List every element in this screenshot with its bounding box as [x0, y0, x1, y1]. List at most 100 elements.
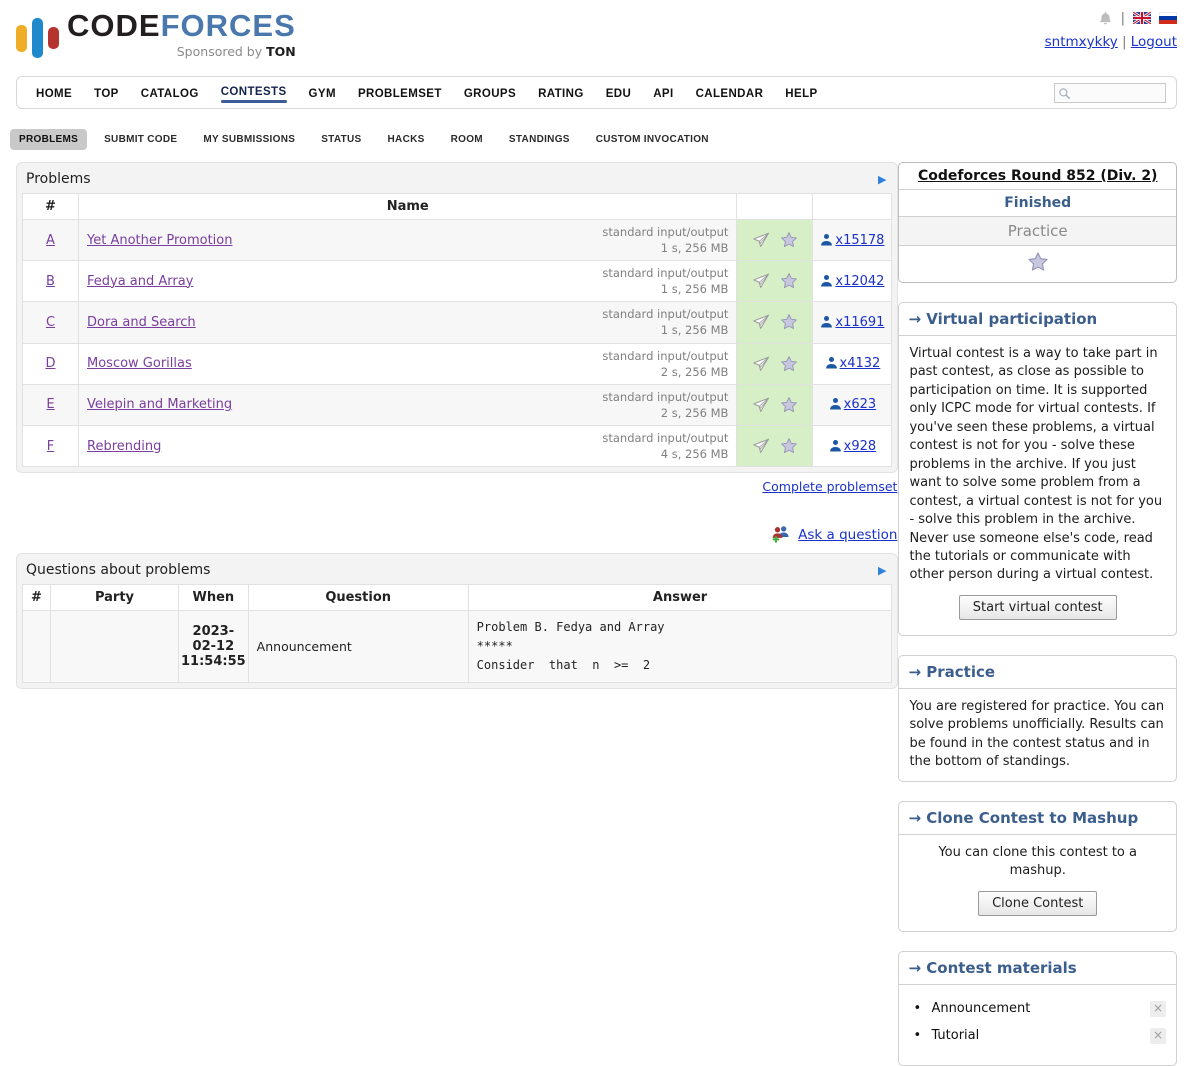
table-row: E Velepin and Marketing standard input/o…: [23, 384, 892, 425]
subnav-my-submissions[interactable]: My Submissions: [194, 129, 304, 150]
subnav-custom-invocation[interactable]: Custom Invocation: [587, 129, 718, 150]
problem-name-link[interactable]: Fedya and Array: [87, 274, 193, 289]
submit-solution-icon[interactable]: [752, 396, 770, 414]
search-icon: [1058, 87, 1071, 100]
favorite-star-icon[interactable]: [780, 437, 798, 455]
table-row: A Yet Another Promotion standard input/o…: [23, 220, 892, 261]
nav-help[interactable]: Help: [774, 82, 828, 103]
nav-problemset[interactable]: Problemset: [347, 82, 453, 103]
problem-limits: standard input/output1 s, 256 MB: [602, 265, 728, 297]
table-row: D Moscow Gorillas standard input/output2…: [23, 343, 892, 384]
problem-letter-link[interactable]: B: [46, 274, 55, 289]
clone-mashup-box: → Clone Contest to Mashup You can clone …: [898, 801, 1177, 932]
solved-count-link[interactable]: x11691: [835, 315, 884, 330]
favorite-star-icon[interactable]: [780, 313, 798, 331]
solved-count-link[interactable]: x928: [844, 439, 877, 454]
problem-name-link[interactable]: Dora and Search: [87, 315, 196, 330]
nav-home[interactable]: Home: [25, 82, 83, 103]
nav-api[interactable]: API: [642, 82, 684, 103]
problem-limits: standard input/output1 s, 256 MB: [602, 224, 728, 256]
questions-table-container: Questions about problems ▶ # Party When …: [16, 553, 898, 689]
solvers-icon: [829, 397, 842, 410]
logout-link[interactable]: Logout: [1131, 34, 1177, 50]
language-russian-flag-icon[interactable]: [1159, 12, 1177, 24]
virtual-participation-title: Virtual participation: [926, 310, 1097, 328]
subnav-standings[interactable]: Standings: [500, 129, 579, 150]
submit-solution-icon[interactable]: [752, 231, 770, 249]
col-q-when: When: [179, 585, 249, 611]
nav-catalog[interactable]: Catalog: [130, 82, 210, 103]
solved-count-link[interactable]: x12042: [835, 274, 884, 289]
question-text: Announcement: [248, 611, 468, 683]
problem-name-link[interactable]: Yet Another Promotion: [87, 233, 232, 248]
expand-arrow-icon[interactable]: ▶: [878, 565, 888, 576]
search-input[interactable]: [1071, 86, 1159, 100]
codeforces-logo[interactable]: CODEFORCES Sponsored by TON: [16, 10, 1177, 64]
problem-limits: standard input/output1 s, 256 MB: [602, 306, 728, 338]
contest-materials-box: → Contest materials Announcement × Tutor…: [898, 951, 1177, 1066]
start-virtual-contest-button[interactable]: Start virtual contest: [959, 595, 1117, 620]
subnav-status[interactable]: Status: [312, 129, 370, 150]
nav-calendar[interactable]: Calendar: [685, 82, 775, 103]
solvers-icon: [820, 233, 833, 246]
solved-count-link[interactable]: x623: [844, 397, 877, 412]
nav-edu[interactable]: Edu: [595, 82, 642, 103]
clone-mashup-text: You can clone this contest to a mashup.: [938, 845, 1137, 878]
problem-name-link[interactable]: Velepin and Marketing: [87, 397, 232, 412]
main-navigation: Home Top Catalog Contests Gym Problemset…: [16, 76, 1177, 109]
col-q-index: #: [23, 585, 51, 611]
questions-table: # Party When Question Answer 2023-02-12 …: [22, 584, 892, 683]
nav-top[interactable]: Top: [83, 82, 130, 103]
contest-title-link[interactable]: Codeforces Round 852 (Div. 2): [918, 168, 1157, 184]
practice-title: Practice: [926, 663, 995, 681]
list-item: Announcement ×: [913, 1001, 1166, 1016]
submit-solution-icon[interactable]: [752, 272, 770, 290]
favorite-contest-star-icon[interactable]: [1027, 262, 1049, 277]
problem-name-link[interactable]: Moscow Gorillas: [87, 356, 192, 371]
announcement-link[interactable]: Announcement: [931, 1001, 1030, 1016]
problems-header-row: # Name: [23, 194, 892, 220]
nav-contests[interactable]: Contests: [210, 80, 298, 106]
clone-contest-button[interactable]: Clone Contest: [978, 891, 1097, 916]
username-link[interactable]: sntmxykky: [1045, 34, 1118, 50]
complete-problemset-link[interactable]: Complete problemset: [762, 479, 897, 494]
language-english-flag-icon[interactable]: [1133, 12, 1151, 24]
subnav-hacks[interactable]: Hacks: [379, 129, 434, 150]
subnav-problems[interactable]: Problems: [10, 129, 87, 150]
problem-limits: standard input/output2 s, 256 MB: [602, 389, 728, 421]
favorite-star-icon[interactable]: [780, 272, 798, 290]
ask-question-link[interactable]: Ask a question: [798, 527, 897, 543]
problem-letter-link[interactable]: C: [46, 315, 55, 330]
submit-solution-icon[interactable]: [752, 437, 770, 455]
favorite-star-icon[interactable]: [780, 231, 798, 249]
practice-text: You are registered for practice. You can…: [909, 699, 1164, 769]
close-icon[interactable]: ×: [1150, 1028, 1166, 1044]
arrow-icon: →: [908, 959, 921, 977]
favorite-star-icon[interactable]: [780, 396, 798, 414]
subnav-submit-code[interactable]: Submit Code: [95, 129, 186, 150]
tutorial-link[interactable]: Tutorial: [931, 1028, 979, 1043]
problem-name-link[interactable]: Rebrending: [87, 439, 161, 454]
table-row: F Rebrending standard input/output4 s, 2…: [23, 425, 892, 466]
list-item: Tutorial ×: [913, 1028, 1166, 1043]
subnav-room[interactable]: Room: [442, 129, 492, 150]
practice-box: → Practice You are registered for practi…: [898, 655, 1177, 782]
nav-groups[interactable]: Groups: [453, 82, 527, 103]
problem-letter-link[interactable]: A: [46, 233, 55, 248]
submit-solution-icon[interactable]: [752, 313, 770, 331]
solved-count-link[interactable]: x15178: [835, 233, 884, 248]
solved-count-link[interactable]: x4132: [840, 356, 881, 371]
notification-bell-icon[interactable]: [1098, 11, 1113, 26]
favorite-star-icon[interactable]: [780, 355, 798, 373]
ask-question-row: Ask a question: [16, 524, 897, 543]
language-row: |: [1045, 8, 1177, 28]
problem-letter-link[interactable]: D: [45, 356, 55, 371]
problem-letter-link[interactable]: E: [46, 397, 54, 412]
nav-gym[interactable]: Gym: [298, 82, 347, 103]
submit-solution-icon[interactable]: [752, 355, 770, 373]
expand-arrow-icon[interactable]: ▶: [878, 174, 888, 185]
col-actions: [737, 194, 813, 220]
nav-rating[interactable]: Rating: [527, 82, 595, 103]
problem-letter-link[interactable]: F: [47, 439, 54, 454]
close-icon[interactable]: ×: [1150, 1001, 1166, 1017]
